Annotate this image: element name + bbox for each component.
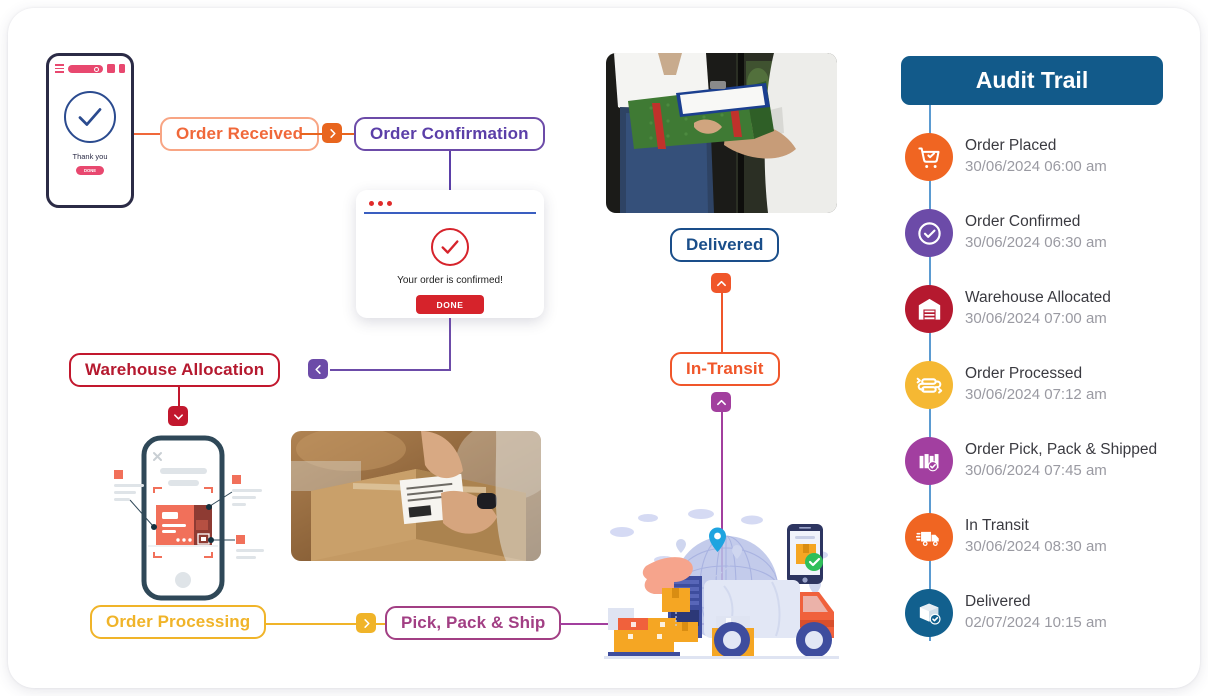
audit-trail-item-timestamp: 30/06/2024 08:30 am <box>965 538 1107 556</box>
hamburger-menu-icon[interactable] <box>55 64 64 73</box>
dialog-rule <box>364 212 536 214</box>
shopping-cart-icon <box>905 133 953 181</box>
dialog-message: Your order is confirmed! <box>397 275 503 286</box>
badge-confirmation-left[interactable] <box>308 359 328 379</box>
node-order-confirmation-label: Order Confirmation <box>370 124 529 143</box>
order-confirmation-dialog: Your order is confirmed! DONE <box>356 190 544 318</box>
audit-trail-item-label: Order Pick, Pack & Shipped <box>965 441 1158 459</box>
pack-ship-icon <box>905 437 953 485</box>
warehouse-icon <box>905 285 953 333</box>
audit-trail-item[interactable]: Delivered 02/07/2024 10:15 am <box>901 575 1163 651</box>
badge-processing-right[interactable] <box>356 613 376 633</box>
badge-pick-pack-up[interactable] <box>711 392 731 412</box>
node-warehouse-allocation[interactable]: Warehouse Allocation <box>69 353 281 387</box>
audit-trail-item-label: Order Confirmed <box>965 213 1081 231</box>
connector-phone-to-order-received <box>134 133 160 135</box>
node-pick-pack-ship-label: Pick, Pack & Ship <box>401 613 546 632</box>
audit-trail-item-text: Delivered 02/07/2024 10:15 am <box>965 592 1107 633</box>
node-delivered-label: Delivered <box>686 235 764 254</box>
connector-dialog-to-warehouse <box>330 369 451 371</box>
node-in-transit[interactable]: In-Transit <box>670 352 780 386</box>
truck-icon <box>905 513 953 561</box>
dialog-done-button[interactable]: DONE <box>416 295 484 314</box>
audit-trail-item-timestamp: 30/06/2024 07:00 am <box>965 310 1107 328</box>
phone-topbar <box>49 56 131 73</box>
audit-trail-item-text: Order Placed 30/06/2024 06:00 am <box>965 136 1107 177</box>
audit-trail-list: Order Placed 30/06/2024 06:00 am Order Con… <box>901 119 1163 651</box>
audit-trail-item-timestamp: 02/07/2024 10:15 am <box>965 614 1107 632</box>
node-order-processing[interactable]: Order Processing <box>90 605 267 639</box>
connector-dialog-down <box>449 318 451 370</box>
barcode-scan-phone-illustration <box>106 430 291 605</box>
audit-trail-item-timestamp: 30/06/2024 07:12 am <box>965 386 1107 404</box>
dashboard-card: Thank you DONE Order Received Order Conf… <box>8 8 1200 688</box>
audit-trail-item-label: In Transit <box>965 517 1029 535</box>
badge-warehouse-down[interactable] <box>168 406 188 426</box>
conveyor-icon <box>905 361 953 409</box>
delivered-box-icon <box>905 589 953 637</box>
audit-trail-panel: Audit Trail Order Placed 30/06/2024 06:00… <box>901 56 1163 651</box>
audit-trail-item-text: In Transit 30/06/2024 08:30 am <box>965 516 1107 557</box>
phone-done-button[interactable]: DONE <box>76 166 104 175</box>
audit-trail-item-label: Warehouse Allocated <box>965 289 1111 307</box>
audit-trail-item-text: Order Pick, Pack & Shipped 30/06/2024 07:… <box>965 440 1157 481</box>
node-in-transit-label: In-Transit <box>686 359 764 378</box>
node-order-processing-label: Order Processing <box>106 612 251 631</box>
audit-trail-item[interactable]: Order Processed 30/06/2024 07:12 am <box>901 347 1163 423</box>
dialog-window-dots <box>356 190 544 212</box>
audit-trail-item-text: Order Confirmed 30/06/2024 06:30 am <box>965 212 1107 253</box>
delivery-handoff-photo <box>606 53 837 213</box>
audit-trail-item-timestamp: 30/06/2024 06:30 am <box>965 234 1107 252</box>
delivery-truck-illustration <box>604 500 839 660</box>
phone-thanks-text: Thank you <box>72 152 108 161</box>
phone-check-icon <box>64 91 116 143</box>
audit-trail-item[interactable]: Order Confirmed 30/06/2024 06:30 am <box>901 195 1163 271</box>
node-pick-pack-ship[interactable]: Pick, Pack & Ship <box>385 606 562 640</box>
check-circle-icon <box>905 209 953 257</box>
order-received-phone-mockup: Thank you DONE <box>46 53 134 208</box>
connector-confirmation-to-dialog <box>449 151 451 193</box>
packing-label-photo <box>291 431 541 561</box>
node-order-received-label: Order Received <box>176 124 304 143</box>
audit-trail-header: Audit Trail <box>901 56 1163 105</box>
audit-trail-item-timestamp: 30/06/2024 06:00 am <box>965 158 1107 176</box>
audit-trail-item-label: Order Placed <box>965 137 1057 155</box>
audit-trail-item-timestamp: 30/06/2024 07:45 am <box>965 462 1107 480</box>
audit-trail-item[interactable]: Warehouse Allocated 30/06/2024 07:00 am <box>901 271 1163 347</box>
connector-in-transit-up <box>721 292 723 352</box>
node-warehouse-allocation-label: Warehouse Allocation <box>85 360 265 379</box>
node-order-received[interactable]: Order Received <box>160 117 320 151</box>
audit-trail-item-label: Order Processed <box>965 365 1083 383</box>
audit-trail-item[interactable]: Order Pick, Pack & Shipped 30/06/2024 07:… <box>901 423 1163 499</box>
phone-side-button <box>46 96 47 116</box>
bag-icon[interactable] <box>119 64 125 73</box>
audit-trail-item[interactable]: In Transit 30/06/2024 08:30 am <box>901 499 1163 575</box>
search-icon[interactable] <box>68 64 103 73</box>
audit-trail-item-text: Warehouse Allocated 30/06/2024 07:00 am <box>965 288 1111 329</box>
node-order-confirmation[interactable]: Order Confirmation <box>354 117 545 151</box>
audit-trail-item[interactable]: Order Placed 30/06/2024 06:00 am <box>901 119 1163 195</box>
badge-order-received-right[interactable] <box>322 123 342 143</box>
cart-icon[interactable] <box>107 64 115 73</box>
badge-in-transit-up[interactable] <box>711 273 731 293</box>
audit-trail-item-text: Order Processed 30/06/2024 07:12 am <box>965 364 1107 405</box>
audit-trail-item-label: Delivered <box>965 593 1031 611</box>
dialog-check-icon <box>431 228 469 266</box>
node-delivered[interactable]: Delivered <box>670 228 780 262</box>
